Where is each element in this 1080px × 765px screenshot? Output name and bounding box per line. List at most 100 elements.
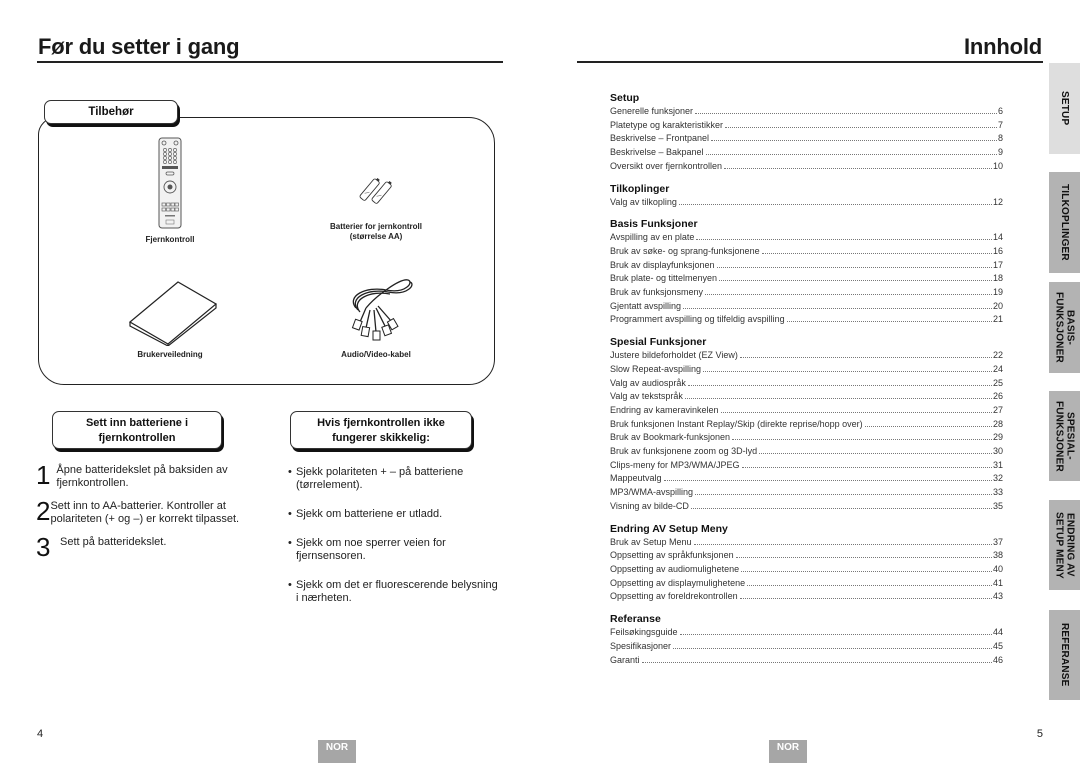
toc-entry-page: 43 [992, 591, 1003, 602]
side-tab-label: TILKOPLINGER [1059, 184, 1070, 261]
side-tab-spesial-funksjoner[interactable]: SPESIAL- FUNKSJONER [1049, 391, 1080, 481]
dot-leader [739, 598, 992, 600]
toc-entry[interactable]: Beskrivelse – Frontpanel 8 [610, 132, 1003, 146]
toc-section: Basis Funksjoner Avspilling av en plate 14… [610, 218, 1003, 327]
toc-entry[interactable]: Programmert avspilling og tilfeldig avsp… [610, 313, 1003, 327]
dot-leader [732, 439, 992, 441]
toc-entry[interactable]: Bruk av søke- og sprang-funksjonene 16 [610, 245, 1003, 259]
step-number: 3 [36, 532, 51, 562]
toc-entry-label: Bruk funksjonen Instant Replay/Skip (dir… [610, 418, 863, 429]
dot-leader [696, 239, 992, 241]
side-tab-referanse[interactable]: REFERANSE [1049, 610, 1080, 700]
toc-entry[interactable]: Oversikt over fjernkontrollen 10 [610, 160, 1003, 174]
toc-entry-page: 20 [992, 300, 1003, 311]
title-divider-right [577, 61, 1043, 63]
page-title-left: Før du setter i gang [38, 34, 240, 59]
toc-entry[interactable]: Oppsetting av displaymulighetene 41 [610, 577, 1003, 591]
side-tab-label: REFERANSE [1059, 623, 1070, 687]
dot-leader [759, 453, 992, 455]
accessory-label: Batterier for jernkontroll (størrelse AA… [329, 222, 422, 241]
dot-leader [678, 203, 992, 205]
toc-entry-page: 32 [992, 473, 1003, 484]
toc-entry[interactable]: Bruk av Setup Menu 37 [610, 536, 1003, 550]
side-tab-endring-av-setup-meny[interactable]: ENDRING AV SETUP MENY [1049, 500, 1080, 590]
dot-leader [761, 252, 992, 254]
toc-entry[interactable]: Gjentatt avspilling 20 [610, 300, 1003, 314]
toc-entry[interactable]: Spesifikasjoner 45 [610, 640, 1003, 654]
remote-control-icon [158, 137, 182, 229]
accessory-remote: Fjernkontroll [100, 137, 240, 245]
side-tab-label: SPESIAL- FUNKSJONER [1053, 400, 1076, 472]
toc-entry[interactable]: Slow Repeat-avspilling 24 [610, 363, 1003, 377]
toc-entry[interactable]: Oppsetting av foreldrekontrollen 43 [610, 590, 1003, 604]
toc-entry-label: Bruk av Bookmark-funksjonen [610, 432, 731, 443]
step-text: Sett inn to AA-batterier. Kontroller at … [50, 500, 240, 525]
toc-entry-label: Platetype og karakteristikker [610, 119, 724, 130]
toc-entry-page: 29 [992, 432, 1003, 443]
toc-entry-page: 25 [992, 377, 1003, 388]
toc-entry[interactable]: Bruk funksjonen Instant Replay/Skip (dir… [610, 418, 1003, 432]
toc-entry[interactable]: Platetype og karakteristikker 7 [610, 119, 1003, 133]
toc-entry[interactable]: Valg av tekstspråk 26 [610, 390, 1003, 404]
toc-entry-label: Slow Repeat-avspilling [610, 363, 702, 374]
step-number: 2 [36, 496, 51, 526]
toc-entry[interactable]: MP3/WMA-avspilling 33 [610, 486, 1003, 500]
toc-entry-label: Oppsetting av språkfunksjonen [610, 550, 734, 561]
dot-leader [741, 466, 992, 468]
toc-entry[interactable]: Avspilling av en plate 14 [610, 231, 1003, 245]
toc-entry-page: 16 [992, 245, 1003, 256]
toc-entry[interactable]: Bruk av funksjonsmeny 19 [610, 286, 1003, 300]
side-tab-setup[interactable]: SETUP [1049, 63, 1080, 154]
toc-entry[interactable]: Endring av kameravinkelen 27 [610, 404, 1003, 418]
toc-entry[interactable]: Visning av bilde-CD 35 [610, 500, 1003, 514]
toc-entry[interactable]: Garanti 46 [610, 654, 1003, 668]
bullet-icon: • [288, 537, 292, 549]
toc-entry-page: 31 [992, 459, 1003, 470]
dot-leader [684, 398, 992, 400]
toc-entry[interactable]: Justere bildeforholdet (EZ View) 22 [610, 349, 1003, 363]
dot-leader [747, 584, 992, 586]
troubleshoot-heading: Hvis fjernkontrollen ikke fungerer skikk… [290, 411, 472, 449]
dot-leader [690, 507, 992, 509]
toc-entry-label: Mappeutvalg [610, 473, 662, 484]
toc-entry-page: 9 [997, 147, 1003, 158]
toc-entry-page: 40 [992, 563, 1003, 574]
toc-entry[interactable]: Bruk av Bookmark-funksjonen 29 [610, 431, 1003, 445]
toc-entry[interactable]: Feilsøkingsguide 44 [610, 626, 1003, 640]
accessory-batteries: Batterier for jernkontroll (størrelse AA… [296, 175, 456, 242]
toc-entry[interactable]: Oppsetting av audiomulighetene 40 [610, 563, 1003, 577]
toc-section-heading: Referanse [610, 613, 661, 626]
toc-entry[interactable]: Bruk av displayfunksjonen 17 [610, 259, 1003, 273]
dot-leader [724, 167, 992, 169]
toc-entry[interactable]: Beskrivelse – Bakpanel 9 [610, 146, 1003, 160]
toc-entry[interactable]: Valg av audiospråk 25 [610, 377, 1003, 391]
toc-entry[interactable]: Bruk plate- og tittelmenyen 18 [610, 272, 1003, 286]
toc-entry[interactable]: Generelle funksjoner 6 [610, 105, 1003, 119]
toc-entry[interactable]: Clips-meny for MP3/WMA/JPEG 31 [610, 459, 1003, 473]
accessory-label: Brukerveiledning [137, 350, 203, 359]
toc-entry-page: 35 [992, 500, 1003, 511]
toc-entry-page: 38 [992, 550, 1003, 561]
toc-entry-page: 45 [992, 640, 1003, 651]
bullet-icon: • [288, 466, 292, 478]
side-tab-label: SETUP [1059, 91, 1070, 126]
toc-entry[interactable]: Mappeutvalg 32 [610, 472, 1003, 486]
list-item: • Sjekk om det er fluorescerende belysni… [288, 579, 498, 604]
toc-entry-label: Justere bildeforholdet (EZ View) [610, 350, 738, 361]
toc-section: Referanse Feilsøkingsguide 44 Spesifikasjon… [610, 613, 1003, 667]
toc-entry[interactable]: Valg av tilkopling 12 [610, 196, 1003, 210]
toc-section: Tilkoplinger Valg av tilkopling 12 [610, 183, 1003, 210]
dot-leader [687, 384, 992, 386]
side-tab-basis-funksjoner[interactable]: BASIS- FUNKSJONER [1049, 282, 1080, 373]
bullet-icon: • [288, 508, 292, 520]
dot-leader [679, 634, 992, 636]
dot-leader [739, 357, 992, 359]
toc-section: Spesial Funksjoner Justere bildeforholdet… [610, 336, 1003, 513]
toc-entry[interactable]: Oppsetting av språkfunksjonen 38 [610, 549, 1003, 563]
page-number-right: 5 [1036, 728, 1043, 740]
side-tab-tilkoplinger[interactable]: TILKOPLINGER [1049, 172, 1080, 273]
toc-entry[interactable]: Bruk av funksjonene zoom og 3D-lyd 30 [610, 445, 1003, 459]
troubleshoot-list: • Sjekk polariteten + – på batteriene (t… [288, 466, 498, 621]
dot-leader [719, 280, 992, 282]
toc-entry-page: 26 [992, 391, 1003, 402]
